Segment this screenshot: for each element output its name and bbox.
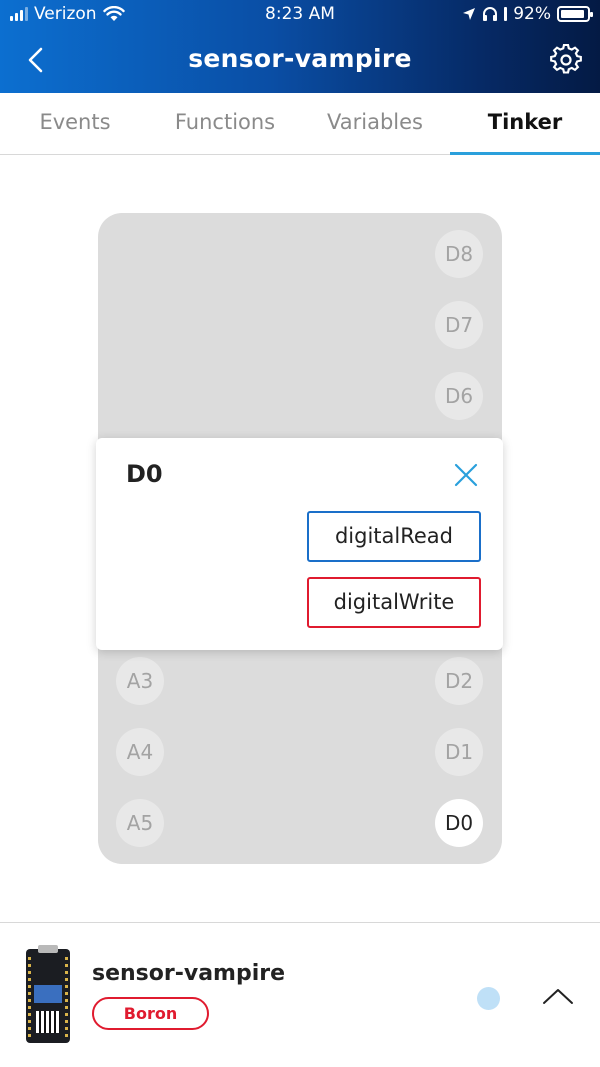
- pin-d8[interactable]: D8: [435, 230, 483, 278]
- location-icon: [463, 8, 476, 20]
- pin-a4[interactable]: A4: [116, 728, 164, 776]
- tab-variables[interactable]: Variables: [300, 93, 450, 154]
- tab-events[interactable]: Events: [0, 93, 150, 154]
- device-name: sensor-vampire: [92, 961, 286, 986]
- bluetooth-indicator: [504, 7, 508, 21]
- tab-tinker[interactable]: Tinker: [450, 93, 600, 155]
- device-status-dot: [477, 987, 500, 1010]
- headphones-icon: [483, 7, 498, 21]
- tab-functions[interactable]: Functions: [150, 93, 300, 154]
- pin-a5[interactable]: A5: [116, 799, 164, 847]
- pin-d0[interactable]: D0: [435, 799, 483, 847]
- platform-badge: Boron: [92, 997, 209, 1030]
- app-header: Verizon 8:23 AM 92% sensor-vampire: [0, 0, 600, 93]
- close-icon[interactable]: [453, 462, 479, 488]
- pin-d7[interactable]: D7: [435, 301, 483, 349]
- pin-d2[interactable]: D2: [435, 657, 483, 705]
- pin-a3[interactable]: A3: [116, 657, 164, 705]
- pin-d1[interactable]: D1: [435, 728, 483, 776]
- page-title: sensor-vampire: [188, 44, 412, 73]
- device-image: [26, 945, 70, 1043]
- popup-pin-name: D0: [126, 460, 163, 488]
- tab-bar: Events Functions Variables Tinker: [0, 93, 600, 155]
- chevron-up-icon[interactable]: [541, 985, 575, 1007]
- status-bar: Verizon 8:23 AM 92%: [0, 0, 600, 30]
- battery-fill: [561, 10, 584, 18]
- digital-write-button[interactable]: digitalWrite: [307, 577, 481, 628]
- device-bar: sensor-vampire Boron: [0, 922, 600, 1067]
- gear-icon[interactable]: [550, 44, 582, 76]
- pin-function-popup: D0 digitalRead digitalWrite: [96, 438, 503, 650]
- pin-d6[interactable]: D6: [435, 372, 483, 420]
- digital-read-button[interactable]: digitalRead: [307, 511, 481, 562]
- battery-percent: 92%: [513, 4, 551, 24]
- battery-icon: [557, 6, 593, 22]
